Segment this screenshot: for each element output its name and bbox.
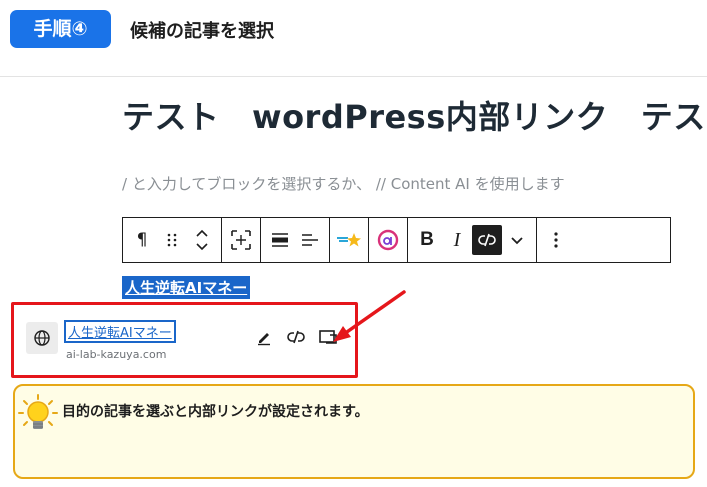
toolbar-group-ai-star — [330, 218, 369, 262]
toolbar-group-ai-logo — [369, 218, 408, 262]
post-title[interactable]: テスト wordPress内部リンク テスト — [122, 92, 707, 138]
step-badge: 手順④ — [10, 10, 111, 48]
note-text: 目的の記事を選ぶと内部リンクが設定されます。 — [62, 404, 369, 420]
align-text-icon[interactable] — [295, 225, 325, 255]
bold-icon[interactable]: B — [412, 225, 442, 255]
note-box — [13, 384, 695, 479]
highlight-frame — [11, 302, 358, 378]
selected-link-text[interactable]: 人生逆転AIマネー — [122, 276, 251, 299]
toolbar-group-options — [537, 218, 575, 262]
drag-handle-icon[interactable] — [157, 225, 187, 255]
align-block-icon[interactable] — [226, 225, 256, 255]
unlink-icon[interactable] — [472, 225, 502, 255]
align-full-icon[interactable] — [265, 225, 295, 255]
paragraph-icon[interactable]: ¶ — [127, 225, 157, 255]
toolbar-group-block: ¶ — [123, 218, 222, 262]
lightbulb-icon — [18, 393, 58, 439]
move-up-down-icon[interactable] — [187, 225, 217, 255]
step-title: 候補の記事を選択 — [130, 21, 274, 42]
block-placeholder[interactable]: / と入力してブロックを選択するか、 // Content AI を使用します — [122, 173, 565, 194]
toolbar-group-transform — [222, 218, 261, 262]
toolbar-group-format: B I — [408, 218, 537, 262]
italic-icon[interactable]: I — [442, 225, 472, 255]
more-dropdown-icon[interactable] — [502, 225, 532, 255]
divider — [0, 76, 707, 77]
ai-star-icon[interactable] — [334, 225, 364, 255]
block-toolbar: ¶ B I — [122, 217, 671, 263]
toolbar-group-align — [261, 218, 330, 262]
options-icon[interactable] — [541, 225, 571, 255]
ai-logo-icon[interactable] — [373, 225, 403, 255]
